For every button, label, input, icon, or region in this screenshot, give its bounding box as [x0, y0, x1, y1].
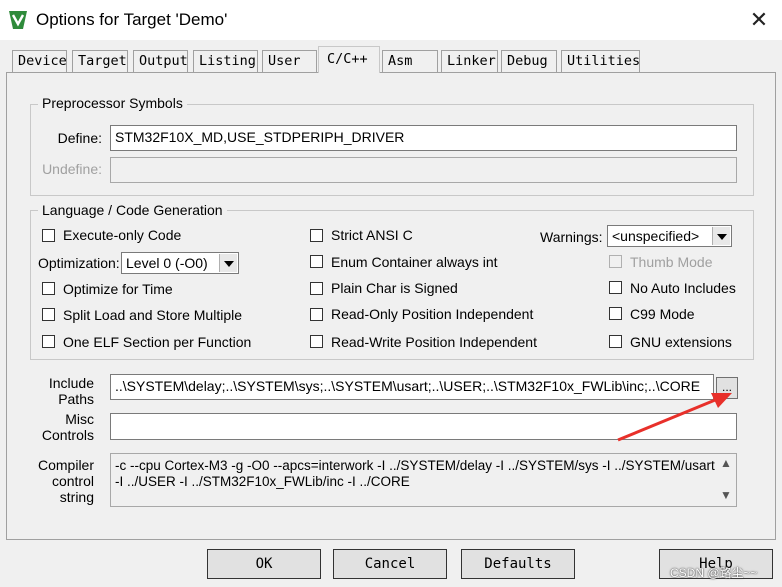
tab-user[interactable]: User — [262, 50, 317, 72]
warnings-select[interactable]: <unspecified> — [607, 225, 732, 247]
no-auto-includes-checkbox[interactable] — [609, 281, 622, 294]
strict-ansi-label: Strict ANSI C — [331, 227, 413, 243]
optimization-select[interactable]: Level 0 (-O0) — [121, 252, 239, 274]
tab-linker[interactable]: Linker — [441, 50, 498, 72]
execute-only-label: Execute-only Code — [63, 227, 182, 243]
thumb-mode-checkbox[interactable] — [609, 255, 622, 268]
strict-ansi-checkbox[interactable] — [310, 229, 323, 242]
tab-output[interactable]: Output — [133, 50, 188, 72]
defaults-button[interactable]: Defaults — [461, 549, 575, 579]
one-elf-label: One ELF Section per Function — [63, 334, 252, 350]
ok-button[interactable]: OK — [207, 549, 321, 579]
preprocessor-legend: Preprocessor Symbols — [38, 95, 187, 111]
keil-app-icon — [8, 9, 28, 31]
chevron-down-icon[interactable] — [712, 227, 730, 245]
one-elf-checkbox[interactable] — [42, 335, 55, 348]
thumb-mode-label: Thumb Mode — [630, 254, 713, 270]
rw-pi-checkbox[interactable] — [310, 335, 323, 348]
undefine-input[interactable] — [110, 157, 737, 183]
compiler-line-1: -c --cpu Cortex-M3 -g -O0 --apcs=interwo… — [115, 458, 715, 473]
define-label: Define: — [57, 130, 102, 146]
no-auto-includes-label: No Auto Includes — [630, 280, 736, 296]
tab-device[interactable]: Device — [12, 50, 67, 72]
warnings-value: <unspecified> — [612, 228, 700, 244]
optimization-value: Level 0 (-O0) — [126, 255, 208, 271]
compiler-line-2: -I ../USER -I ../STM32F10x_FWLib/inc -I … — [115, 474, 410, 489]
split-load-checkbox[interactable] — [42, 308, 55, 321]
compiler-control-textarea[interactable]: -c --cpu Cortex-M3 -g -O0 --apcs=interwo… — [110, 453, 737, 507]
split-load-label: Split Load and Store Multiple — [63, 307, 242, 323]
c99-mode-label: C99 Mode — [630, 306, 695, 322]
optimization-label: Optimization: — [38, 255, 120, 271]
watermark: CSDN @路尘~~ — [670, 566, 758, 580]
annotation-arrow — [617, 393, 732, 442]
tab-debug[interactable]: Debug — [501, 50, 557, 72]
window-title: Options for Target 'Demo' — [36, 10, 228, 29]
gnu-extensions-label: GNU extensions — [630, 334, 732, 350]
enum-container-label: Enum Container always int — [331, 254, 498, 270]
tab-c-cpp[interactable]: C/C++ — [318, 46, 380, 73]
scroll-down-icon[interactable]: ▼ — [717, 488, 735, 502]
compiler-control-label: Compiler control string — [37, 457, 94, 505]
ro-pi-checkbox[interactable] — [310, 308, 323, 321]
plain-char-label: Plain Char is Signed — [331, 280, 458, 296]
gnu-extensions-checkbox[interactable] — [609, 335, 622, 348]
ro-pi-label: Read-Only Position Independent — [331, 306, 534, 322]
optimize-time-label: Optimize for Time — [63, 281, 173, 297]
tab-asm[interactable]: Asm — [382, 50, 438, 72]
close-icon[interactable]: ✕ — [744, 6, 774, 34]
optimize-time-checkbox[interactable] — [42, 282, 55, 295]
cancel-button[interactable]: Cancel — [333, 549, 447, 579]
tab-target[interactable]: Target — [72, 50, 128, 72]
warnings-label: Warnings: — [540, 229, 603, 245]
scroll-up-icon[interactable]: ▲ — [717, 456, 735, 470]
define-input[interactable]: STM32F10X_MD,USE_STDPERIPH_DRIVER — [110, 125, 737, 151]
undefine-label: Undefine: — [42, 161, 102, 177]
c99-mode-checkbox[interactable] — [609, 307, 622, 320]
misc-controls-label: Misc Controls — [41, 411, 94, 443]
plain-char-checkbox[interactable] — [310, 282, 323, 295]
enum-container-checkbox[interactable] — [310, 255, 323, 268]
rw-pi-label: Read-Write Position Independent — [331, 334, 537, 350]
tab-utilities[interactable]: Utilities — [561, 50, 640, 72]
execute-only-checkbox[interactable] — [42, 229, 55, 242]
include-paths-label: Include Paths — [48, 375, 94, 407]
language-codegen-legend: Language / Code Generation — [38, 202, 227, 218]
tab-listing[interactable]: Listing — [193, 50, 258, 72]
chevron-down-icon[interactable] — [219, 254, 237, 272]
